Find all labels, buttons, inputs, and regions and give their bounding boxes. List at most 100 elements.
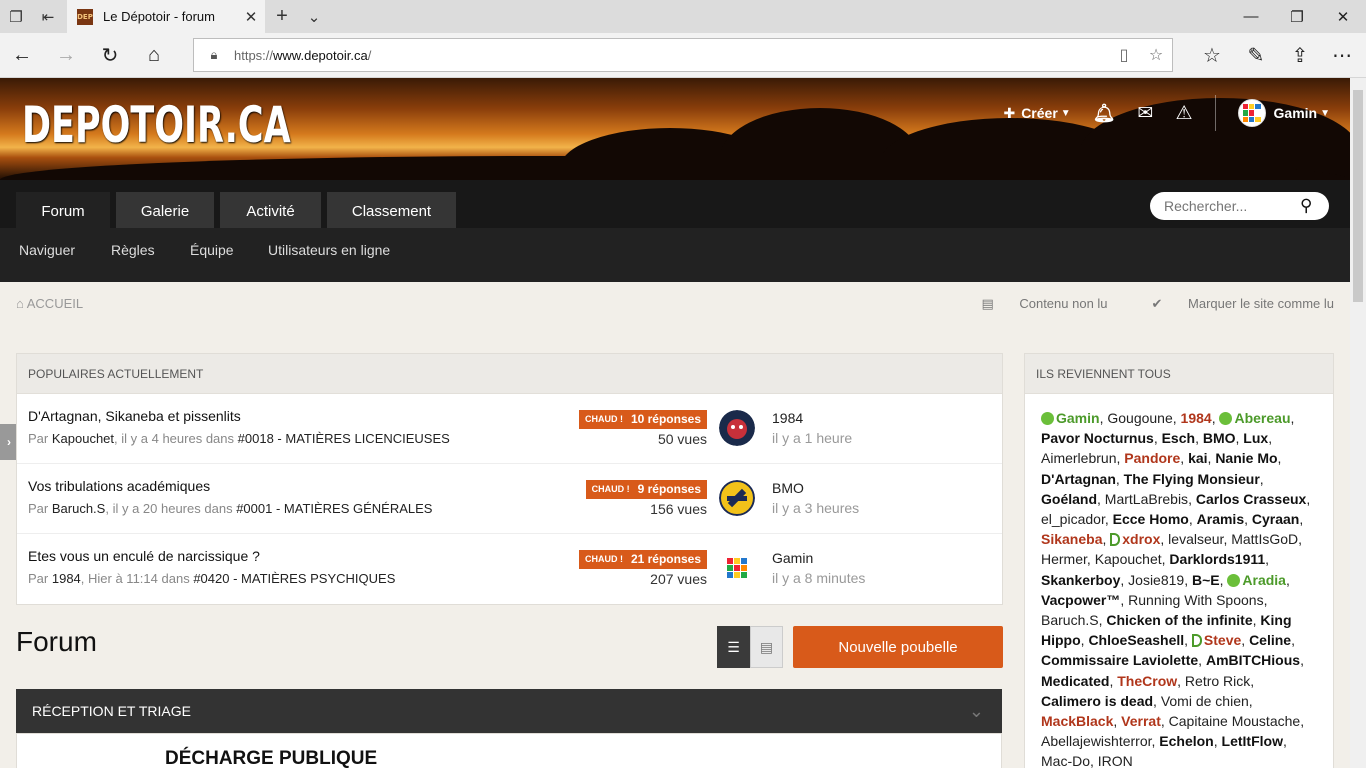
share-icon[interactable]: ⇪ [1278, 33, 1322, 77]
search-input[interactable] [1164, 198, 1294, 214]
nav-tab-forum[interactable]: Forum [16, 192, 110, 230]
online-user-link[interactable]: B~E [1192, 572, 1220, 588]
last-poster-avatar[interactable] [719, 550, 755, 586]
online-user-link[interactable]: BMO [1203, 430, 1236, 446]
table-view-icon[interactable]: ☰ [717, 626, 750, 668]
online-user-link[interactable]: AmBITCHious [1206, 652, 1300, 668]
unread-content-link[interactable]: ▤ Contenu non lu [959, 296, 1107, 312]
online-user-link[interactable]: Aramis [1197, 511, 1244, 527]
subnav-online-users[interactable]: Utilisateurs en ligne [268, 228, 390, 272]
topic-author-link[interactable]: Baruch.S [52, 501, 105, 516]
new-topic-button[interactable]: Nouvelle poubelle [793, 626, 1003, 668]
close-tab-icon[interactable]: ✕ [237, 8, 265, 26]
notifications-bell-icon[interactable]: 🔔︎ [1093, 103, 1116, 124]
topic-forum-link[interactable]: #0001 - MATIÈRES GÉNÉRALES [236, 501, 432, 516]
online-user-link[interactable]: Pandore [1124, 450, 1180, 466]
online-user-link[interactable]: Vomi de chien [1161, 693, 1249, 709]
last-poster-avatar[interactable] [719, 410, 755, 446]
favorites-hub-icon[interactable]: ☆ [1190, 33, 1234, 77]
online-user-link[interactable]: kai [1188, 450, 1207, 466]
reading-view-icon[interactable]: ▯ [1108, 45, 1140, 65]
nav-tab-activite[interactable]: Activité [220, 192, 321, 230]
category-header[interactable]: RÉCEPTION ET TRIAGE ⌄ [16, 689, 1002, 733]
online-user-link[interactable]: Esch [1162, 430, 1195, 446]
online-user-link[interactable]: Hermer [1041, 551, 1087, 567]
online-user-link[interactable]: Baruch.S [1041, 612, 1099, 628]
online-user-link[interactable]: Chicken of the infinite [1106, 612, 1252, 628]
online-user-link[interactable]: Cyraan [1252, 511, 1299, 527]
online-user-link[interactable]: LetItFlow [1222, 733, 1283, 749]
search-icon[interactable]: ⚲ [1300, 196, 1312, 216]
online-user-link[interactable]: el_picador [1041, 511, 1105, 527]
online-user-link[interactable]: Skankerboy [1041, 572, 1120, 588]
tab-manager-icon[interactable]: ❐ [0, 0, 32, 33]
online-user-link[interactable]: Darklords1911 [1169, 551, 1265, 567]
favorite-star-icon[interactable]: ☆ [1140, 45, 1172, 65]
topic-title-link[interactable]: Vos tribulations académiques [28, 478, 210, 494]
online-user-link[interactable]: Kapouchet [1095, 551, 1162, 567]
online-user-link[interactable]: The Flying Monsieur [1124, 471, 1260, 487]
last-poster-link[interactable]: Gamin [772, 550, 813, 566]
online-user-link[interactable]: Nanie Mo [1215, 450, 1277, 466]
tab-preview-chevron-icon[interactable]: ⌄ [298, 0, 330, 33]
forum-title-link[interactable]: DÉCHARGE PUBLIQUE [165, 748, 377, 768]
restore-icon[interactable]: ❐ [1274, 0, 1320, 33]
online-user-link[interactable]: MattIsGoD [1231, 531, 1298, 547]
web-note-icon[interactable]: ✎ [1234, 33, 1278, 77]
chevron-down-icon[interactable]: ⌄ [969, 701, 984, 722]
online-user-link[interactable]: Retro Rick [1185, 673, 1250, 689]
subnav-naviguer[interactable]: Naviguer [19, 228, 75, 272]
refresh-icon[interactable]: ↻ [88, 33, 132, 77]
browser-tab[interactable]: DEP Le Dépotoir - forum ✕ [67, 0, 265, 33]
online-user-link[interactable]: Celine [1249, 632, 1291, 648]
online-user-link[interactable]: 1984 [1181, 410, 1212, 426]
online-user-link[interactable]: Aimerlebrun [1041, 450, 1116, 466]
grid-view-icon[interactable]: ▤ [750, 626, 783, 668]
scrollbar-thumb[interactable] [1353, 90, 1363, 302]
topic-author-link[interactable]: 1984 [52, 571, 81, 586]
online-user-link[interactable]: Steve [1191, 632, 1241, 648]
last-post-time[interactable]: il y a 1 heure [772, 430, 852, 446]
online-user-link[interactable]: IRON [1098, 753, 1133, 768]
forward-icon[interactable]: → [44, 33, 88, 77]
back-icon[interactable]: ← [0, 33, 44, 77]
online-user-link[interactable]: Medicated [1041, 673, 1109, 689]
online-user-link[interactable]: MackBlack [1041, 713, 1113, 729]
topic-forum-link[interactable]: #0420 - MATIÈRES PSYCHIQUES [193, 571, 395, 586]
subnav-regles[interactable]: Règles [111, 228, 155, 272]
online-user-link[interactable]: MartLaBrebis [1105, 491, 1188, 507]
user-menu[interactable]: Gamin ▼ [1237, 99, 1330, 127]
breadcrumb[interactable]: ⌂ ACCUEIL [16, 296, 83, 311]
online-user-link[interactable]: Verrat [1121, 713, 1161, 729]
topic-title-link[interactable]: D'Artagnan, Sikaneba et pissenlits [28, 408, 241, 424]
online-user-link[interactable]: Abereau [1219, 410, 1291, 426]
messages-envelope-icon[interactable]: ✉ [1138, 102, 1154, 125]
online-user-link[interactable]: Vacpower™ [1041, 592, 1120, 608]
online-user-link[interactable]: Goéland [1041, 491, 1097, 507]
online-user-link[interactable]: xdrox [1110, 531, 1160, 547]
nav-tab-galerie[interactable]: Galerie [116, 192, 214, 230]
last-poster-avatar[interactable] [719, 480, 755, 516]
last-poster-link[interactable]: BMO [772, 480, 804, 496]
minimize-icon[interactable]: — [1228, 0, 1274, 33]
url-text[interactable]: https://www.depotoir.ca/ [234, 48, 1108, 63]
close-window-icon[interactable]: ✕ [1320, 0, 1366, 33]
online-user-link[interactable]: Josie819 [1128, 572, 1184, 588]
online-user-link[interactable]: Abellajewishterror [1041, 733, 1152, 749]
online-user-link[interactable]: Running With Spoons [1128, 592, 1263, 608]
online-user-link[interactable]: Mac-Do [1041, 753, 1090, 768]
new-tab-icon[interactable]: + [266, 0, 298, 33]
set-tabs-aside-icon[interactable]: ⇤ [32, 0, 64, 33]
online-user-link[interactable]: Ecce Homo [1113, 511, 1189, 527]
topic-title-link[interactable]: Etes vous un enculé de narcissique ? [28, 548, 260, 564]
last-poster-link[interactable]: 1984 [772, 410, 803, 426]
online-user-link[interactable]: Capitaine Moustache [1169, 713, 1301, 729]
online-user-link[interactable]: Carlos Crasseux [1196, 491, 1307, 507]
online-user-link[interactable]: Sikaneba [1041, 531, 1102, 547]
subnav-equipe[interactable]: Équipe [190, 228, 234, 272]
nav-tab-classement[interactable]: Classement [327, 192, 456, 230]
page-scrollbar[interactable] [1350, 78, 1366, 768]
last-post-time[interactable]: il y a 8 minutes [772, 570, 865, 586]
online-user-link[interactable]: Aradia [1227, 572, 1286, 588]
online-user-link[interactable]: Gamin [1041, 410, 1100, 426]
